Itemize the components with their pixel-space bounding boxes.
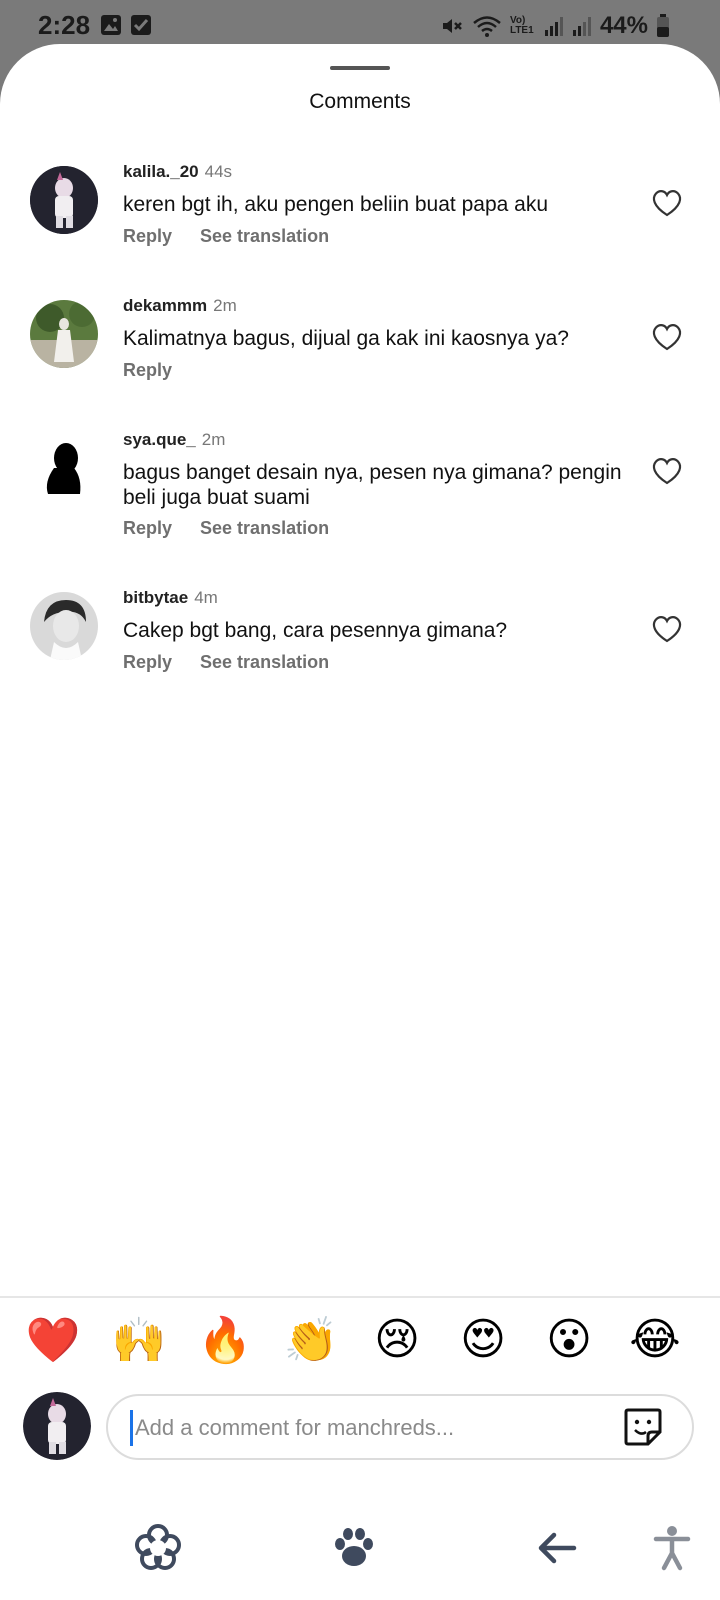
bottom-nav-bar [0, 1518, 720, 1600]
comment-text: keren bgt ih, aku pengen beliin buat pap… [123, 193, 548, 216]
paw-icon[interactable] [326, 1520, 382, 1576]
emoji-heart-eyes-button[interactable]: 😍 [455, 1314, 511, 1365]
status-time: 2:28 [38, 10, 91, 40]
battery-percent: 44% [599, 12, 648, 39]
comment-actions: Reply [123, 360, 200, 381]
emoji-wow-button[interactable]: 😮 [541, 1314, 597, 1365]
image-notification-icon [101, 15, 121, 35]
comment-username[interactable]: sya.que_ 2m [123, 430, 225, 450]
sticker-icon[interactable] [622, 1406, 664, 1448]
comment-time: 2m [201, 430, 226, 449]
username-text[interactable]: bitbytae [123, 588, 188, 607]
battery-icon [657, 14, 669, 37]
username-text[interactable]: sya.que_ [123, 430, 196, 449]
back-arrow-icon[interactable] [530, 1520, 586, 1576]
comment-text: Kalimatnya bagus, dijual ga kak ini kaos… [123, 327, 569, 350]
username-text[interactable]: dekammm [123, 296, 207, 315]
heart-outline-icon[interactable] [651, 322, 683, 352]
quick-emoji-row: ❤️ 🙌 🔥 👏 😢 😍 😮 😂 [0, 1314, 720, 1374]
comment-actions: Reply See translation [123, 226, 357, 247]
mute-icon [442, 19, 462, 33]
accessibility-icon[interactable] [644, 1520, 700, 1576]
comment-text: Cakep bgt bang, cara pesennya gimana? [123, 619, 508, 642]
see-translation-button[interactable]: See translation [200, 226, 329, 246]
emoji-cry-button[interactable]: 😢 [369, 1314, 425, 1365]
emoji-clap-button[interactable]: 👏 [283, 1314, 339, 1366]
reply-button[interactable]: Reply [123, 226, 172, 246]
emoji-heart-button[interactable]: ❤️ [25, 1314, 81, 1366]
comment-text: bagus banget desain nya, pesen nya giman… [123, 461, 622, 509]
comments-sheet: Comments kalila._20 44s keren bgt ih, aku… [0, 44, 720, 1600]
wifi-icon [473, 16, 501, 37]
signal-2-icon [572, 17, 591, 36]
see-translation-button[interactable]: See translation [200, 518, 329, 538]
flower-icon[interactable] [130, 1520, 186, 1576]
current-user-avatar [23, 1392, 91, 1460]
emoji-laugh-button[interactable]: 😂 [627, 1314, 683, 1365]
drag-handle[interactable] [330, 66, 390, 70]
composer-divider [0, 1296, 720, 1298]
avatar[interactable] [30, 300, 98, 368]
heart-outline-icon[interactable] [651, 188, 683, 218]
comment-input-container [106, 1394, 694, 1460]
comment-time: 4m [194, 588, 218, 607]
avatar[interactable] [30, 434, 98, 502]
reply-button[interactable]: Reply [123, 360, 172, 380]
username-text[interactable]: kalila._20 [123, 162, 199, 181]
comment-actions: Reply See translation [123, 652, 357, 673]
network-label: Vo) LTE1 [509, 15, 534, 36]
comment-username[interactable]: kalila._20 44s [123, 162, 232, 182]
signal-icon [544, 17, 563, 36]
emoji-raised-hands-button[interactable]: 🙌 [111, 1314, 167, 1366]
comment-actions: Reply See translation [123, 518, 357, 539]
comment-username[interactable]: dekammm 2m [123, 296, 237, 316]
reply-button[interactable]: Reply [123, 518, 172, 538]
comment-input[interactable] [130, 1410, 590, 1446]
status-right-group: Vo) LTE1 44% [440, 12, 670, 40]
avatar[interactable] [30, 166, 98, 234]
sheet-title: Comments [309, 90, 411, 113]
comment-time: 44s [204, 162, 233, 181]
checkbox-notification-icon [131, 15, 151, 35]
see-translation-button[interactable]: See translation [200, 652, 329, 672]
reply-button[interactable]: Reply [123, 652, 172, 672]
emoji-fire-button[interactable]: 🔥 [197, 1314, 253, 1366]
heart-outline-icon[interactable] [651, 614, 683, 644]
comment-username[interactable]: bitbytae 4m [123, 588, 218, 608]
comment-time: 2m [213, 296, 237, 315]
avatar[interactable] [30, 592, 98, 660]
heart-outline-icon[interactable] [651, 456, 683, 486]
